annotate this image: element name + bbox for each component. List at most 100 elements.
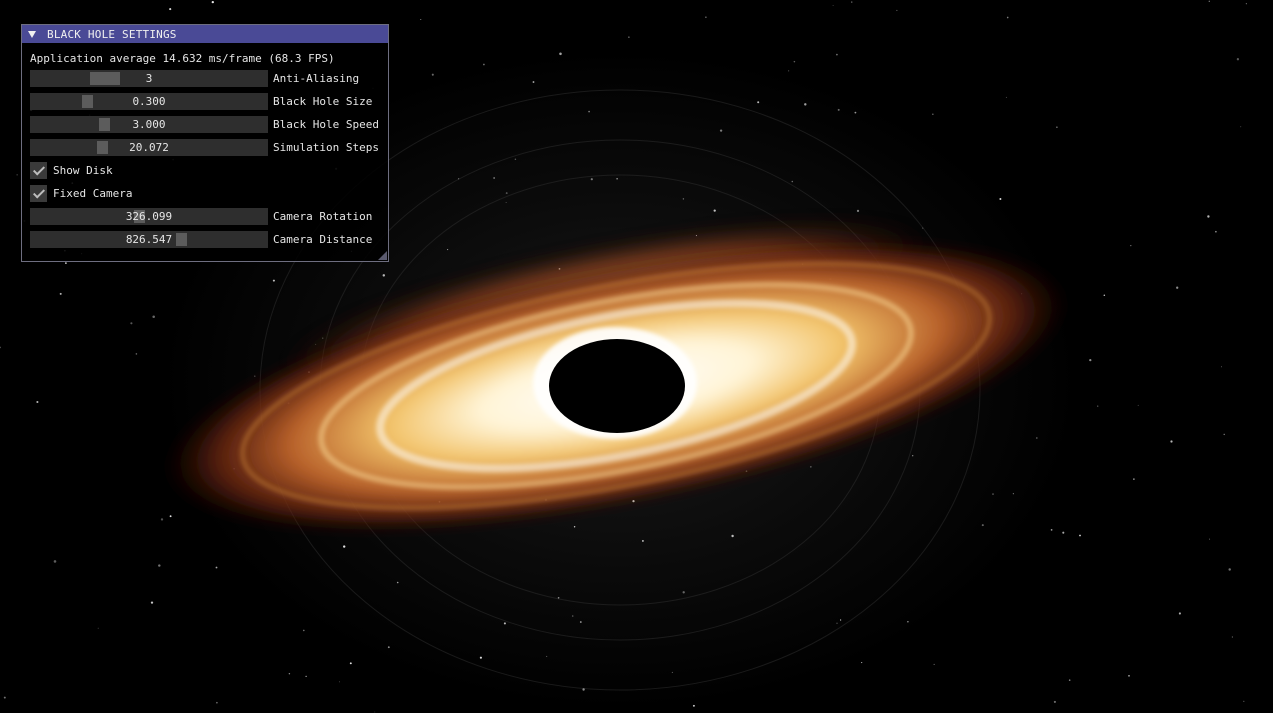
star [791, 180, 794, 183]
slider-label: Black Hole Speed [273, 118, 379, 131]
star [1079, 534, 1081, 537]
star [559, 52, 562, 56]
star [810, 466, 812, 468]
star [483, 63, 485, 66]
star [1130, 244, 1132, 247]
star [215, 566, 218, 569]
star [1231, 636, 1234, 638]
fixed-camera-checkbox[interactable] [30, 185, 47, 202]
window-title: BLACK HOLE SETTINGS [47, 27, 177, 41]
star [1240, 126, 1242, 128]
star [682, 591, 685, 594]
star [169, 8, 172, 11]
black-hole-speed-slider[interactable]: 3.000 [30, 116, 268, 133]
star [339, 681, 340, 683]
star [1097, 405, 1099, 407]
star [349, 662, 352, 665]
star [579, 621, 582, 623]
star [130, 322, 133, 325]
star [922, 227, 924, 229]
star [1053, 700, 1056, 703]
star [305, 675, 307, 678]
star [343, 545, 346, 548]
collapse-arrow-icon[interactable] [28, 30, 36, 38]
fixed-camera-row: Fixed Camera [30, 185, 132, 202]
slider-row-camera-distance: 826.547 Camera Distance [30, 231, 372, 248]
star [719, 129, 723, 132]
star [1137, 404, 1139, 406]
star [861, 662, 863, 664]
slider-row-black-hole-speed: 3.000 Black Hole Speed [30, 116, 379, 133]
fps-readout: Application average 14.632 ms/frame (68.… [30, 52, 335, 65]
star [59, 292, 62, 295]
star [16, 174, 18, 176]
star [97, 627, 99, 629]
simulation-steps-slider[interactable]: 20.072 [30, 139, 268, 156]
slider-grab[interactable] [134, 210, 145, 223]
star [447, 249, 449, 251]
slider-row-simulation-steps: 20.072 Simulation Steps [30, 139, 379, 156]
slider-row-anti-aliasing: 3 Anti-Aliasing [30, 70, 359, 87]
star [573, 526, 576, 528]
star [135, 353, 138, 355]
star [374, 711, 376, 713]
star [1133, 478, 1135, 480]
slider-label: Simulation Steps [273, 141, 379, 154]
star [53, 560, 57, 563]
star [671, 671, 673, 673]
star [832, 5, 834, 6]
black-hole-size-slider[interactable]: 0.300 [30, 93, 268, 110]
star [590, 178, 593, 181]
slider-label: Anti-Aliasing [273, 72, 360, 85]
star [503, 622, 506, 625]
camera-distance-slider[interactable]: 826.547 [30, 231, 268, 248]
checkmark-icon [32, 186, 46, 199]
star [588, 110, 590, 113]
star [837, 108, 840, 111]
show-disk-checkbox[interactable] [30, 162, 47, 179]
star [3, 696, 6, 699]
slider-value: 3 [145, 72, 153, 85]
star [1176, 286, 1179, 289]
star [836, 622, 838, 624]
star [505, 202, 507, 203]
anti-aliasing-slider[interactable]: 3 [30, 70, 268, 87]
slider-row-black-hole-size: 0.300 Black Hole Size [30, 93, 372, 110]
slider-grab[interactable] [82, 95, 93, 108]
star [211, 0, 214, 4]
star [1103, 294, 1106, 297]
star [839, 619, 842, 621]
slider-grab[interactable] [99, 118, 110, 131]
star [682, 198, 685, 200]
star [933, 663, 935, 665]
star [382, 274, 386, 277]
slider-grab[interactable] [90, 72, 120, 85]
star [493, 177, 495, 179]
star [1006, 16, 1009, 19]
star [641, 539, 644, 542]
star [1228, 568, 1231, 571]
camera-rotation-slider[interactable]: 326.099 [30, 208, 268, 225]
settings-window[interactable]: BLACK HOLE SETTINGS Application average … [21, 24, 389, 262]
slider-grab[interactable] [176, 233, 187, 246]
window-titlebar[interactable]: BLACK HOLE SETTINGS [22, 25, 388, 43]
resize-grip-icon[interactable] [378, 251, 387, 260]
slider-value: 326.099 [125, 210, 173, 223]
star [546, 655, 548, 657]
star [505, 192, 508, 195]
slider-grab[interactable] [97, 141, 108, 154]
star [1215, 230, 1217, 233]
star [160, 518, 164, 521]
star [152, 315, 155, 318]
star [457, 178, 460, 180]
star [65, 262, 67, 264]
star [731, 534, 734, 538]
star [1005, 96, 1007, 98]
star [705, 16, 707, 18]
star [1178, 612, 1181, 615]
star [1220, 366, 1222, 368]
star [1056, 126, 1058, 128]
star [856, 209, 860, 213]
star [1207, 215, 1210, 218]
star [1035, 437, 1038, 439]
